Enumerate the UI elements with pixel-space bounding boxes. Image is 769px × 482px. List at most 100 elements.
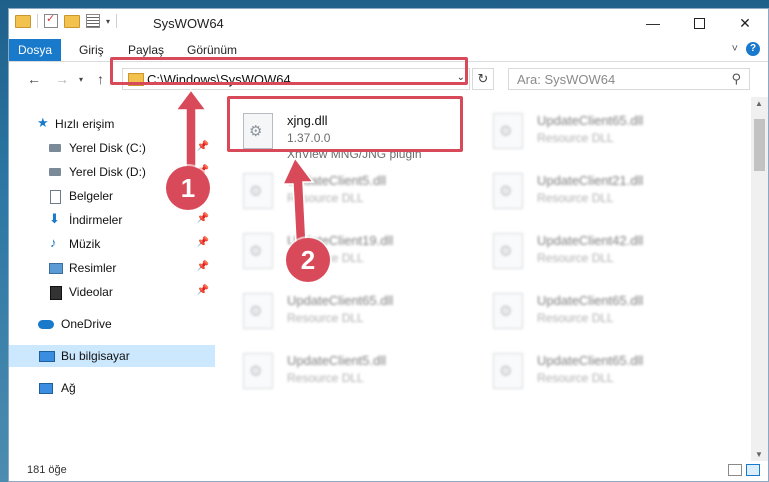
minimize-button[interactable]: — <box>630 9 676 37</box>
file-tile[interactable]: UpdateClient19.dll Resource DLL <box>231 225 471 283</box>
sidebar-item-music[interactable]: ♪ Müzik 📌 <box>9 233 215 255</box>
sidebar-item-label: Resimler <box>69 261 117 275</box>
file-type: Resource DLL <box>537 311 614 325</box>
file-name: UpdateClient5.dll <box>287 353 387 368</box>
sidebar-item-pictures[interactable]: Resimler 📌 <box>9 257 215 279</box>
file-tile[interactable]: UpdateClient65.dll Resource DLL <box>481 285 721 343</box>
tab-view[interactable]: Görünüm <box>187 39 237 61</box>
sidebar-item-label: Yerel Disk (D:) <box>69 165 146 179</box>
file-tile[interactable]: UpdateClient42.dll Resource DLL <box>481 225 721 283</box>
file-type: Resource DLL <box>287 371 364 385</box>
ribbon-tabs: Dosya Giriş Paylaş Görünüm ˅ ? <box>9 39 768 62</box>
properties-check-icon[interactable] <box>44 12 58 28</box>
help-icon[interactable]: ? <box>746 42 760 56</box>
sidebar-item-this-pc[interactable]: Bu bilgisayar <box>9 345 215 367</box>
file-version: 1.37.0.0 <box>287 131 331 145</box>
navigation-pane: ★ Hızlı erişim Yerel Disk (C:) 📌 Yerel D… <box>9 97 215 461</box>
documents-icon <box>50 190 61 204</box>
file-tile[interactable]: UpdateClient65.dll Resource DLL <box>481 105 721 163</box>
refresh-button[interactable]: ↻ <box>472 68 494 90</box>
sidebar-item-onedrive[interactable]: OneDrive <box>9 313 215 335</box>
file-name: UpdateClient42.dll <box>537 233 644 248</box>
details-view-icon[interactable] <box>728 464 742 476</box>
sidebar-item-videos[interactable]: Videolar 📌 <box>9 281 215 303</box>
scroll-up-icon[interactable]: ▲ <box>755 99 763 108</box>
chevron-down-icon[interactable]: ▾ <box>106 17 110 26</box>
dll-file-icon <box>493 173 523 209</box>
toolbar-divider <box>116 14 118 28</box>
sidebar-item-label: İndirmeler <box>69 213 123 227</box>
dll-file-icon <box>493 353 523 389</box>
sidebar-item-network[interactable]: Ağ <box>9 377 215 399</box>
file-type: Resource DLL <box>287 191 364 205</box>
chevron-down-icon[interactable]: ⌄ <box>457 72 465 83</box>
file-name: UpdateClient5.dll <box>287 173 387 188</box>
network-icon <box>39 383 53 394</box>
sidebar-item-label: OneDrive <box>61 317 112 331</box>
file-name: UpdateClient65.dll <box>537 113 644 128</box>
pin-icon[interactable]: 📌 <box>197 285 209 296</box>
navigation-bar: ← → ▾ ↑ C:\Windows\SysWOW64 ⌄ ↻ Ara: Sys… <box>9 63 768 95</box>
pictures-icon <box>49 263 63 274</box>
file-type: Resource DLL <box>537 131 614 145</box>
tab-share[interactable]: Paylaş <box>128 39 164 61</box>
address-path[interactable]: C:\Windows\SysWOW64 <box>147 72 291 87</box>
status-bar: 181 öğe <box>9 461 768 481</box>
search-input[interactable]: Ara: SysWOW64 ⚲ <box>508 68 750 90</box>
dll-file-icon <box>243 353 273 389</box>
file-tile[interactable]: UpdateClient5.dll Resource DLL <box>231 165 471 223</box>
video-icon <box>50 286 62 300</box>
sidebar-item-downloads[interactable]: ⬇ İndirmeler 📌 <box>9 209 215 231</box>
sidebar-item-label: Videolar <box>69 285 113 299</box>
dll-file-icon <box>493 233 523 269</box>
star-icon: ★ <box>37 115 49 130</box>
search-icon[interactable]: ⚲ <box>731 71 741 87</box>
tab-file[interactable]: Dosya <box>9 39 61 61</box>
sidebar-item-label: Bu bilgisayar <box>61 349 130 363</box>
tab-home[interactable]: Giriş <box>79 39 104 61</box>
back-arrow-icon[interactable]: ← <box>27 71 41 87</box>
file-tile[interactable]: UpdateClient65.dll Resource DLL <box>481 345 721 403</box>
sidebar-item-label: Müzik <box>69 237 101 251</box>
scroll-thumb[interactable] <box>754 119 765 171</box>
sidebar-item-quick-access[interactable]: ★ Hızlı erişim <box>9 113 215 135</box>
pin-icon[interactable]: 📌 <box>197 141 209 152</box>
forward-arrow-icon[interactable]: → <box>55 71 69 87</box>
scroll-down-icon[interactable]: ▼ <box>755 450 763 459</box>
sidebar-item-label: Yerel Disk (C:) <box>69 141 146 155</box>
maximize-button[interactable] <box>676 9 722 37</box>
file-name: UpdateClient21.dll <box>537 173 644 188</box>
tiles-view-icon[interactable] <box>746 464 760 476</box>
address-bar[interactable]: C:\Windows\SysWOW64 ⌄ <box>122 68 470 90</box>
quick-access-toolbar: ▾ <box>15 12 118 28</box>
folder-icon <box>15 14 31 28</box>
dll-file-icon <box>493 293 523 329</box>
vertical-scrollbar[interactable]: ▲ ▼ <box>751 97 768 461</box>
new-folder-icon[interactable] <box>64 14 80 28</box>
close-button[interactable]: ✕ <box>722 9 768 37</box>
maximize-icon <box>693 17 705 29</box>
file-tile[interactable]: UpdateClient21.dll Resource DLL <box>481 165 721 223</box>
view-switcher <box>728 464 760 476</box>
sidebar-item-local-disk-c[interactable]: Yerel Disk (C:) 📌 <box>9 137 215 159</box>
pin-icon[interactable]: 📌 <box>197 237 209 248</box>
file-name: UpdateClient65.dll <box>537 293 644 308</box>
customize-view-icon[interactable] <box>86 14 100 28</box>
expand-ribbon-icon[interactable]: ˅ <box>732 43 738 55</box>
search-placeholder: Ara: SysWOW64 <box>517 72 616 87</box>
sidebar-item-label: Belgeler <box>69 189 114 203</box>
file-name: UpdateClient65.dll <box>537 353 644 368</box>
dll-file-icon <box>243 173 273 209</box>
item-count: 181 öğe <box>27 464 67 476</box>
file-tile[interactable]: UpdateClient65.dll Resource DLL <box>231 285 471 343</box>
recent-locations-chevron-icon[interactable]: ▾ <box>79 75 83 84</box>
music-icon: ♪ <box>50 235 57 250</box>
up-arrow-icon[interactable]: ↑ <box>97 71 104 87</box>
pin-icon[interactable]: 📌 <box>197 213 209 224</box>
pin-icon[interactable]: 📌 <box>197 261 209 272</box>
file-tile[interactable]: UpdateClient5.dll Resource DLL <box>231 345 471 403</box>
computer-icon <box>39 351 55 362</box>
dll-file-icon <box>243 293 273 329</box>
file-tile-xjng[interactable]: xjng.dll 1.37.0.0 XnView MNG/JNG plugin <box>231 105 471 163</box>
file-name: UpdateClient65.dll <box>287 293 394 308</box>
